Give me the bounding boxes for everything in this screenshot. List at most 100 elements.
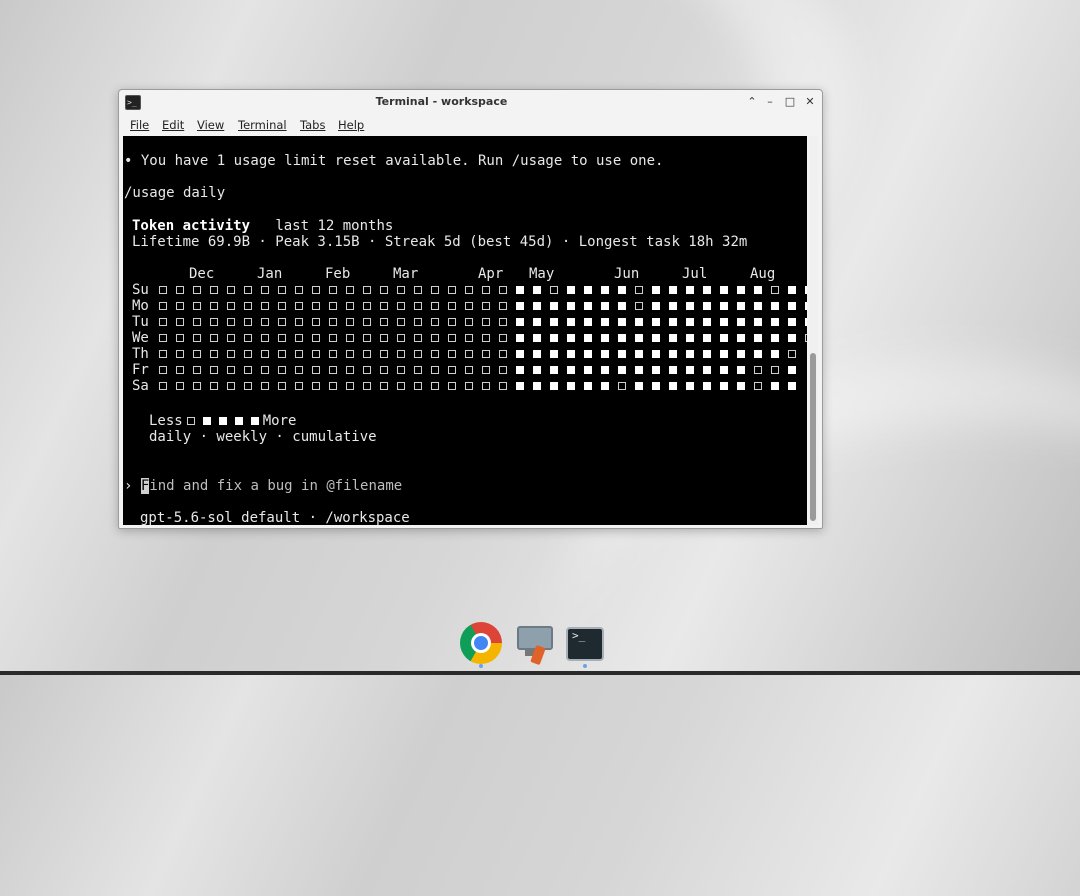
menu-edit[interactable]: Edit — [162, 118, 184, 132]
heatmap-cell — [567, 350, 575, 358]
heatmap-cell — [601, 318, 609, 326]
prompt-symbol: › — [124, 478, 133, 494]
heatmap-cell — [295, 366, 303, 374]
heatmap-cell — [176, 366, 184, 374]
heatmap-cell — [618, 302, 626, 310]
terminal-icon[interactable]: >_ — [565, 622, 609, 666]
heatmap-cell — [703, 382, 711, 390]
heatmap-cell — [329, 366, 337, 374]
heatmap-cell — [516, 334, 524, 342]
heatmap-cell — [465, 302, 473, 310]
heatmap-cell — [244, 350, 252, 358]
heatmap-cell — [363, 286, 371, 294]
menu-help[interactable]: Help — [338, 118, 364, 132]
heatmap-cell — [669, 318, 677, 326]
heatmap-cell — [618, 334, 626, 342]
heatmap-cell — [210, 334, 218, 342]
prompt-placeholder: ind and fix a bug in @filename — [149, 478, 403, 494]
heatmap-cell — [482, 350, 490, 358]
terminal-icon-screen: >_ — [566, 627, 604, 661]
heatmap-cell — [805, 318, 807, 326]
heatmap-cell — [754, 350, 762, 358]
heatmap-cell — [431, 366, 439, 374]
heatmap-cell — [414, 350, 422, 358]
heatmap-cell — [176, 334, 184, 342]
shade-button[interactable]: ⌃ — [745, 94, 759, 110]
heatmap-cell — [771, 382, 779, 390]
heatmap-cell — [686, 366, 694, 374]
menu-terminal[interactable]: Terminal — [238, 118, 287, 132]
heatmap-cell — [567, 318, 575, 326]
heatmap-cell — [788, 318, 796, 326]
heatmap-cell — [295, 382, 303, 390]
heatmap-cell — [635, 318, 643, 326]
heatmap-cell — [618, 382, 626, 390]
maximize-button[interactable]: □ — [783, 94, 797, 110]
prompt-line[interactable]: › Find and fix a bug in @filename — [124, 478, 402, 494]
heatmap-cell — [227, 350, 235, 358]
heatmap-cell — [227, 334, 235, 342]
month-label-aug: Aug — [750, 266, 776, 282]
heatmap-cell — [567, 382, 575, 390]
legend-level-3 — [234, 416, 243, 425]
heatmap-cell — [448, 382, 456, 390]
window-title: Terminal - workspace — [375, 95, 508, 108]
heatmap-cell — [703, 366, 711, 374]
title-bar[interactable]: >_ Terminal - workspace ⌃ – □ ✕ — [119, 90, 822, 115]
chrome-icon[interactable] — [460, 622, 502, 664]
heatmap-cell — [465, 318, 473, 326]
heatmap-cell — [295, 318, 303, 326]
heatmap-cell — [159, 350, 167, 358]
heatmap-cell — [312, 302, 320, 310]
heatmap-cell — [550, 286, 558, 294]
heatmap-cell — [431, 334, 439, 342]
heatmap-cell — [295, 302, 303, 310]
terminal-scrollbar[interactable] — [809, 136, 818, 525]
menu-edit-label: Edit — [162, 118, 185, 132]
menu-view[interactable]: View — [197, 118, 224, 132]
menu-file[interactable]: File — [130, 118, 149, 132]
heatmap-cell — [244, 382, 252, 390]
heatmap-cell — [380, 382, 388, 390]
heatmap-cell — [737, 366, 745, 374]
heatmap-cell — [278, 318, 286, 326]
heatmap-cell — [754, 318, 762, 326]
heatmap-cell — [465, 350, 473, 358]
heatmap-cell — [227, 382, 235, 390]
menu-tabs-label: Tabs — [300, 118, 326, 132]
heatmap-cell — [703, 334, 711, 342]
heatmap-cell — [346, 382, 354, 390]
heatmap-cell — [754, 382, 762, 390]
heatmap-cell — [397, 334, 405, 342]
scrollbar-thumb[interactable] — [810, 353, 816, 521]
heatmap-cell — [720, 382, 728, 390]
heatmap-cell — [533, 382, 541, 390]
menu-tabs[interactable]: Tabs — [300, 118, 325, 132]
heatmap-cell — [261, 366, 269, 374]
heatmap-cell — [754, 366, 762, 374]
heatmap-cell — [312, 382, 320, 390]
heatmap-cell — [414, 366, 422, 374]
heatmap-cell — [516, 382, 524, 390]
heatmap-cell — [210, 350, 218, 358]
heatmap-cell — [550, 382, 558, 390]
heatmap-cell — [227, 286, 235, 294]
heatmap-cell — [788, 350, 796, 358]
heatmap-cell — [686, 350, 694, 358]
heatmap-cell — [703, 302, 711, 310]
package-manager-icon[interactable] — [515, 622, 559, 666]
heatmap-cell — [312, 350, 320, 358]
heatmap-cell — [703, 318, 711, 326]
heatmap-cell — [482, 382, 490, 390]
close-button[interactable]: ✕ — [803, 94, 817, 110]
heatmap-cell — [618, 350, 626, 358]
heatmap-cell — [482, 334, 490, 342]
heatmap-cell — [380, 334, 388, 342]
heatmap-cell — [244, 286, 252, 294]
heatmap-cell — [669, 286, 677, 294]
heatmap-cell — [193, 302, 201, 310]
minimize-button[interactable]: – — [763, 94, 777, 110]
heatmap-cell — [312, 366, 320, 374]
heatmap-cell — [210, 318, 218, 326]
terminal-output[interactable]: • You have 1 usage limit reset available… — [123, 136, 807, 525]
